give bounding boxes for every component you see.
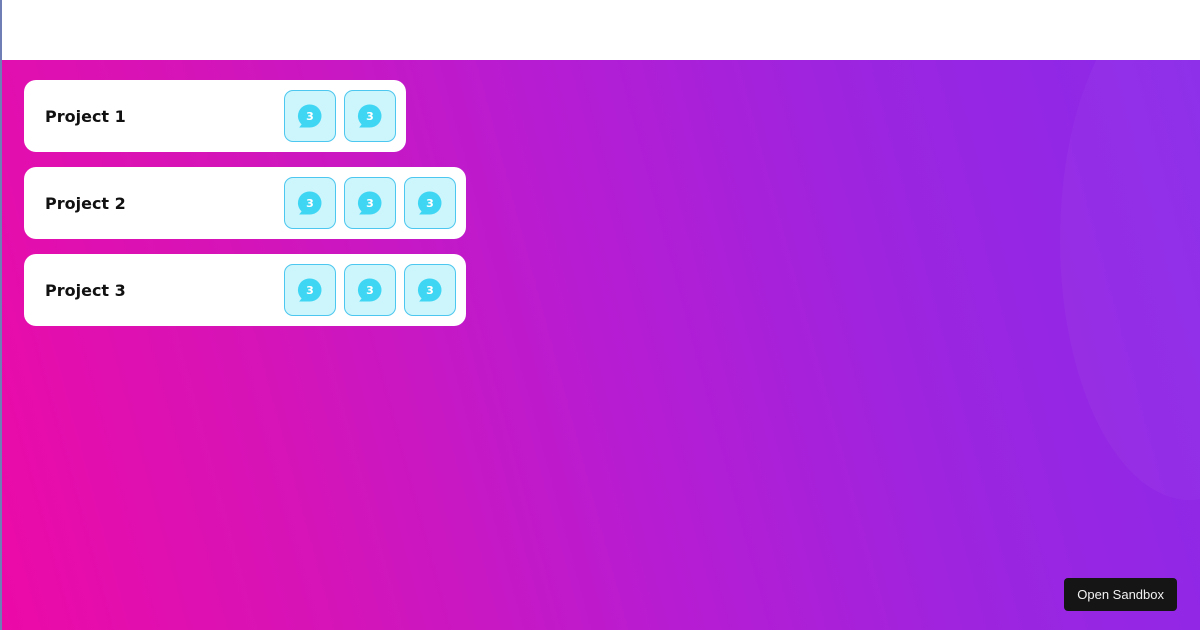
project-title: Project 2 — [45, 193, 126, 213]
background-sheen — [1060, 60, 1200, 500]
chat-tile-group: 3 3 3 — [284, 264, 456, 316]
chat-tile[interactable]: 3 — [404, 177, 456, 229]
project-title: Project 1 — [45, 106, 126, 126]
chat-count: 3 — [426, 197, 434, 210]
chat-count: 3 — [366, 284, 374, 297]
chat-count: 3 — [366, 197, 374, 210]
project-card: Project 2 3 3 3 — [24, 167, 466, 239]
chat-count: 3 — [306, 197, 314, 210]
chat-bubble-icon: 3 — [357, 278, 382, 302]
open-sandbox-button[interactable]: Open Sandbox — [1064, 578, 1177, 611]
chat-bubble-icon: 3 — [297, 191, 322, 215]
chat-count: 3 — [366, 110, 374, 123]
top-bar — [0, 0, 1200, 60]
project-card: Project 3 3 3 3 — [24, 254, 466, 326]
chat-tile-group: 3 3 3 — [284, 177, 456, 229]
chat-bubble-icon: 3 — [357, 104, 382, 128]
chat-tile[interactable]: 3 — [344, 90, 396, 142]
chat-bubble-icon: 3 — [417, 278, 442, 302]
project-card: Project 1 3 3 — [24, 80, 406, 152]
chat-bubble-icon: 3 — [297, 278, 322, 302]
chat-count: 3 — [306, 284, 314, 297]
chat-tile-group: 3 3 — [284, 90, 396, 142]
chat-tile[interactable]: 3 — [344, 177, 396, 229]
project-title: Project 3 — [45, 280, 126, 300]
chat-tile[interactable]: 3 — [284, 177, 336, 229]
chat-bubble-icon: 3 — [357, 191, 382, 215]
chat-tile[interactable]: 3 — [284, 90, 336, 142]
chat-bubble-icon: 3 — [297, 104, 322, 128]
chat-count: 3 — [426, 284, 434, 297]
chat-bubble-icon: 3 — [417, 191, 442, 215]
chat-tile[interactable]: 3 — [284, 264, 336, 316]
chat-tile[interactable]: 3 — [404, 264, 456, 316]
project-board: Project 1 3 3 Project 2 3 3 3 Project 3 … — [0, 60, 1200, 630]
chat-tile[interactable]: 3 — [344, 264, 396, 316]
project-list: Project 1 3 3 Project 2 3 3 3 Project 3 … — [24, 80, 466, 341]
chat-count: 3 — [306, 110, 314, 123]
